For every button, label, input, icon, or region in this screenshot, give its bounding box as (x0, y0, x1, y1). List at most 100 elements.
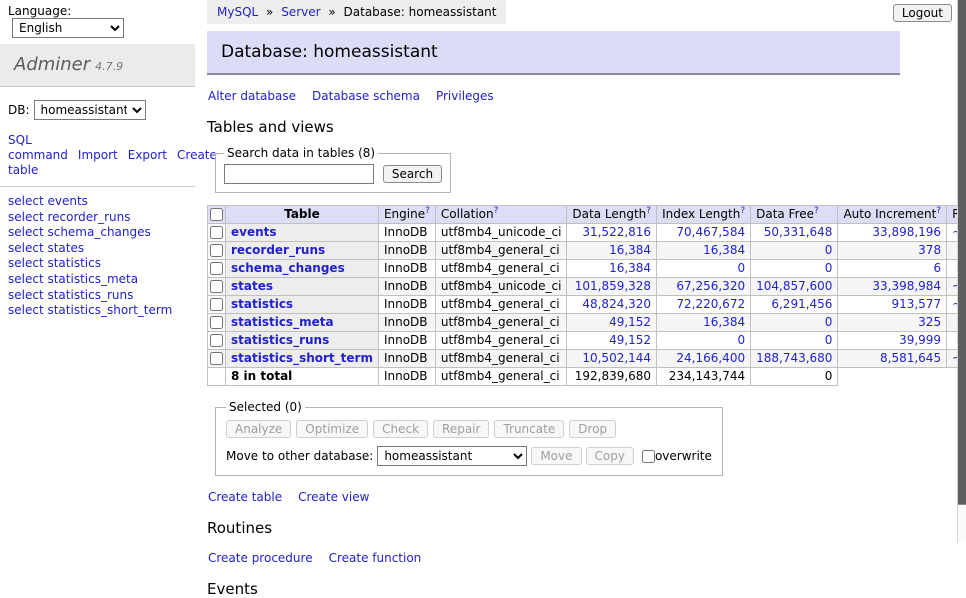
row-checkbox[interactable] (210, 226, 223, 239)
data-length-cell-link[interactable]: 16,384 (609, 243, 651, 257)
analyze-button[interactable]: Analyze (226, 420, 291, 438)
table-name-link[interactable]: statistics_meta (231, 315, 334, 329)
truncate-button[interactable]: Truncate (494, 420, 564, 438)
help-link[interactable]: ? (494, 206, 499, 216)
drop-button[interactable]: Drop (569, 420, 616, 438)
auto-increment-cell-link[interactable]: 8,581,645 (880, 351, 941, 365)
index-length-cell-link[interactable]: 0 (737, 261, 745, 275)
search-fieldset: Search data in tables (8) Search (215, 146, 451, 193)
data-free-cell-link[interactable]: 0 (825, 243, 833, 257)
move-db-select[interactable]: homeassistant (377, 446, 527, 466)
create-view-link[interactable]: Create view (298, 490, 369, 504)
table-name-link[interactable]: events (231, 225, 277, 239)
row-checkbox[interactable] (210, 316, 223, 329)
table-name-link[interactable]: statistics_runs (231, 333, 329, 347)
sidebar-action-sql-command[interactable]: SQL command (8, 133, 68, 162)
index-length-cell-link[interactable]: 16,384 (703, 315, 745, 329)
help-link[interactable]: ? (740, 206, 745, 216)
data-free-cell-link[interactable]: 104,857,600 (756, 279, 832, 293)
help-link[interactable]: ? (425, 206, 430, 216)
table-name-link[interactable]: statistics (231, 297, 293, 311)
alter-database-link[interactable]: Alter database (208, 89, 296, 103)
privileges-link[interactable]: Privileges (436, 89, 494, 103)
optimize-button[interactable]: Optimize (296, 420, 368, 438)
table-name-link[interactable]: states (231, 279, 273, 293)
scrollbar-thumb[interactable] (958, 0, 966, 505)
help-link[interactable]: ? (814, 206, 819, 216)
overwrite-checkbox[interactable] (642, 450, 655, 463)
data-free-cell-link[interactable]: 0 (825, 315, 833, 329)
auto-increment-cell-link[interactable]: 378 (918, 243, 941, 257)
row-checkbox[interactable] (210, 280, 223, 293)
table-name-link[interactable]: recorder_runs (231, 243, 325, 257)
repair-button[interactable]: Repair (433, 420, 489, 438)
data-length-cell-link[interactable]: 49,152 (609, 333, 651, 347)
data-length-cell-link[interactable]: 10,502,144 (582, 351, 651, 365)
data-free-cell-link[interactable]: 50,331,648 (764, 225, 833, 239)
sidebar-select-link[interactable]: select schema_changes (8, 225, 151, 239)
data-length-cell-link[interactable]: 101,859,328 (575, 279, 651, 293)
select-all-checkbox[interactable] (210, 208, 223, 221)
help-link[interactable]: ? (936, 206, 941, 216)
row-checkbox[interactable] (210, 298, 223, 311)
data-length-cell-link[interactable]: 48,824,320 (582, 297, 651, 311)
logout-button[interactable]: Logout (893, 4, 952, 22)
copy-button[interactable]: Copy (586, 447, 634, 465)
auto-increment-cell-link[interactable]: 325 (918, 315, 941, 329)
app-version: 4.7.9 (95, 60, 123, 73)
data-free-cell-link[interactable]: 6,291,456 (771, 297, 832, 311)
help-link[interactable]: ? (646, 206, 651, 216)
sidebar-select-link[interactable]: select statistics_short_term (8, 303, 172, 317)
data-length-cell-link[interactable]: 16,384 (609, 261, 651, 275)
db-select[interactable]: homeassistant (34, 100, 146, 120)
database-schema-link[interactable]: Database schema (312, 89, 420, 103)
index-length-cell-link[interactable]: 16,384 (703, 243, 745, 257)
search-input[interactable] (224, 164, 374, 184)
row-checkbox[interactable] (210, 244, 223, 257)
check-button[interactable]: Check (373, 420, 428, 438)
move-button[interactable]: Move (531, 447, 581, 465)
data-free-cell-link[interactable]: 0 (825, 261, 833, 275)
auto-increment-cell-link[interactable]: 6 (933, 261, 941, 275)
create-procedure-link[interactable]: Create procedure (208, 551, 313, 565)
table-name-link[interactable]: statistics_short_term (231, 351, 373, 365)
auto-increment-cell-link[interactable]: 913,577 (891, 297, 941, 311)
overwrite-label[interactable]: overwrite (655, 449, 712, 463)
index-length-cell-link[interactable]: 70,467,584 (676, 225, 745, 239)
row-checkbox[interactable] (210, 262, 223, 275)
sidebar-select-link[interactable]: select events (8, 194, 88, 208)
data-length-cell-link[interactable]: 49,152 (609, 315, 651, 329)
table-name-link[interactable]: schema_changes (231, 261, 345, 275)
index-length-cell-link[interactable]: 67,256,320 (676, 279, 745, 293)
scrollbar-track[interactable] (957, 0, 966, 543)
search-button[interactable]: Search (383, 165, 442, 183)
sidebar-select-link[interactable]: select states (8, 241, 84, 255)
auto-increment-cell-link[interactable]: 39,999 (899, 333, 941, 347)
sidebar-select-link[interactable]: select statistics_runs (8, 288, 133, 302)
create-table-link[interactable]: Create table (208, 490, 282, 504)
data-free-cell-link[interactable]: 0 (825, 333, 833, 347)
sidebar-select-link[interactable]: select recorder_runs (8, 210, 131, 224)
sidebar-action-import[interactable]: Import (78, 148, 118, 162)
auto-increment-cell-link[interactable]: 33,898,196 (872, 225, 941, 239)
data-length-cell: 101,859,328 (567, 278, 657, 296)
language-select[interactable]: English (12, 18, 124, 38)
main-content: MySQL » Server » Database: homeassistant… (207, 0, 957, 598)
auto-increment-cell-link[interactable]: 33,398,984 (872, 279, 941, 293)
table-name-cell: events (226, 224, 379, 242)
row-checkbox[interactable] (210, 352, 223, 365)
breadcrumb-item[interactable]: MySQL (217, 5, 258, 19)
create-function-link[interactable]: Create function (329, 551, 422, 565)
index-length-cell-link[interactable]: 72,220,672 (676, 297, 745, 311)
app-logo[interactable]: Adminer (14, 54, 90, 75)
row-checkbox[interactable] (210, 334, 223, 347)
data-length-cell-link[interactable]: 31,522,816 (582, 225, 651, 239)
breadcrumb-item[interactable]: Server (281, 5, 320, 19)
sidebar-select-link[interactable]: select statistics (8, 256, 101, 270)
sidebar-select-link[interactable]: select statistics_meta (8, 272, 138, 286)
index-length-cell-link[interactable]: 0 (737, 333, 745, 347)
data-free-cell-link[interactable]: 188,743,680 (756, 351, 832, 365)
data-length-cell: 31,522,816 (567, 224, 657, 242)
sidebar-action-export[interactable]: Export (128, 148, 167, 162)
index-length-cell-link[interactable]: 24,166,400 (676, 351, 745, 365)
